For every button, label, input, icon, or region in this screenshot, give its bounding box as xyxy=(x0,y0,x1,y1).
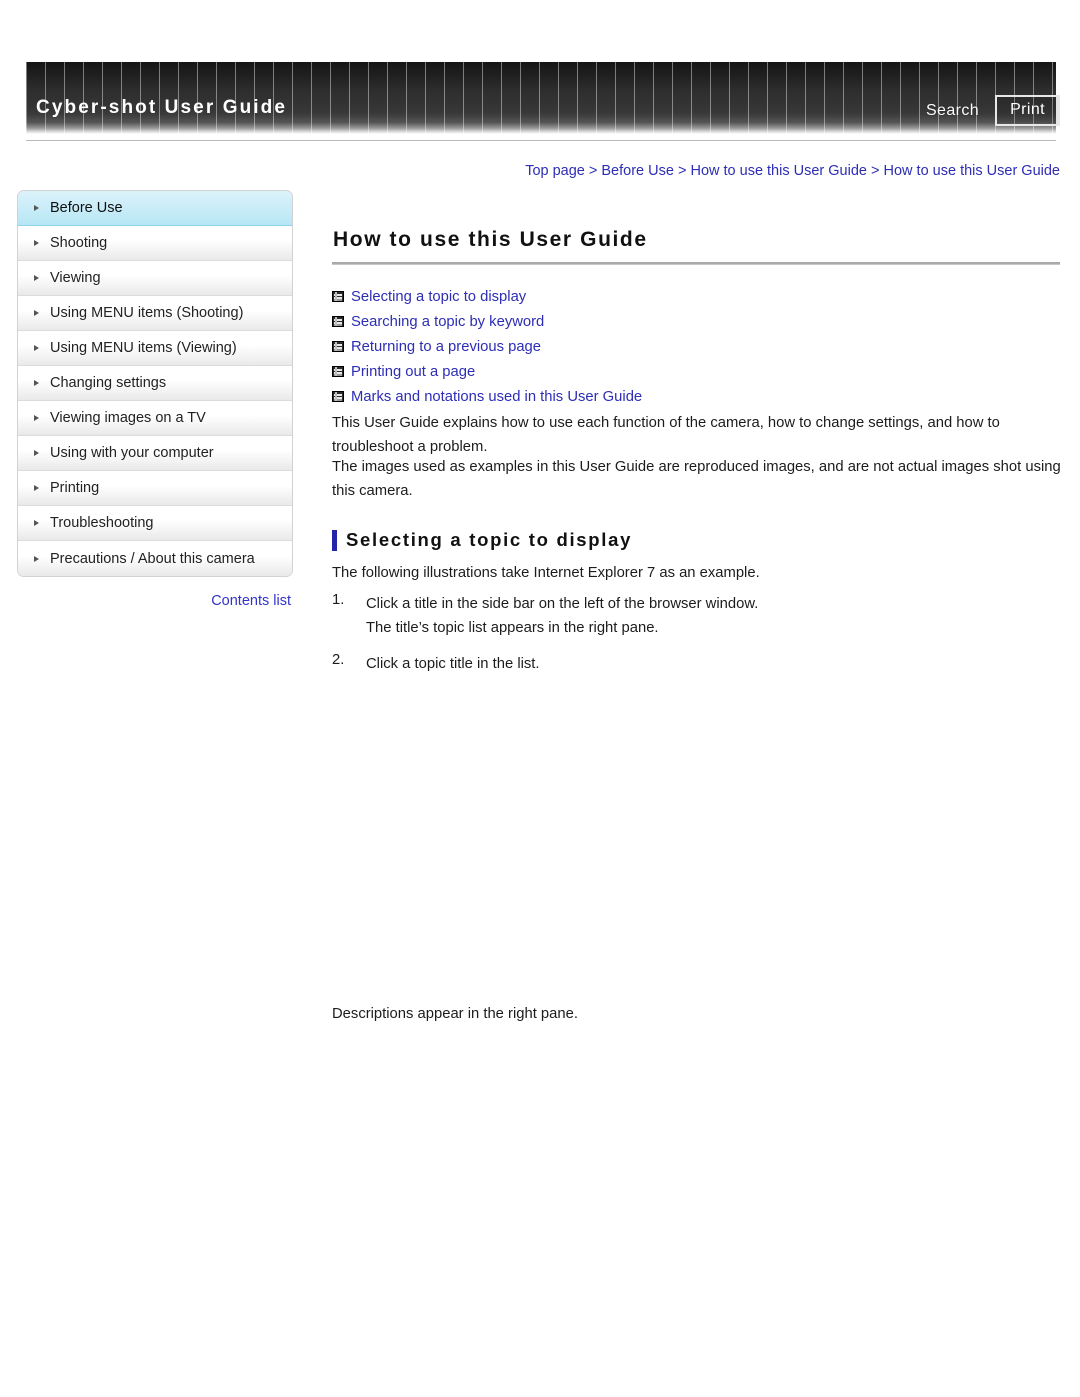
intro-paragraph-2: The images used as examples in this User… xyxy=(332,459,1061,499)
section-heading: Selecting a topic to display xyxy=(332,529,632,551)
chevron-right-icon xyxy=(34,555,39,562)
step-item: 2. Click a topic title in the list. xyxy=(332,652,1032,676)
sidebar-item-label: Shooting xyxy=(50,235,108,251)
section-heading-text: Selecting a topic to display xyxy=(346,529,633,550)
sidebar-item-label: Troubleshooting xyxy=(50,515,154,531)
step-number: 2. xyxy=(332,652,345,668)
breadcrumb-item-3: How to use this User Guide xyxy=(883,163,1061,179)
closing-line: Descriptions appear in the right pane. xyxy=(332,1006,578,1022)
intro-paragraph-1: This User Guide explains how to use each… xyxy=(332,415,1000,455)
step-text: Click a topic title in the list. xyxy=(366,656,540,672)
anchor-link[interactable]: Printing out a page xyxy=(332,359,1060,384)
anchor-link[interactable]: Returning to a previous page xyxy=(332,334,1060,359)
search-link[interactable]: Search xyxy=(926,102,979,120)
numbered-steps: 1. Click a title in the side bar on the l… xyxy=(332,592,1032,688)
sidebar-item-printing[interactable]: Printing xyxy=(18,471,292,506)
sidebar-item-shooting[interactable]: Shooting xyxy=(18,226,292,261)
sidebar-item-changing-settings[interactable]: Changing settings xyxy=(18,366,292,401)
brand-title: Cyber-shot User Guide xyxy=(36,97,288,118)
sidebar-item-viewing-images-on-a-tv[interactable]: Viewing images on a TV xyxy=(18,401,292,436)
chevron-right-icon xyxy=(34,310,39,316)
anchor-link-label: Returning to a previous page xyxy=(351,338,542,355)
sidebar-item-label: Using with your computer xyxy=(50,445,214,461)
breadcrumb-item-0[interactable]: Top page xyxy=(525,163,585,179)
jump-anchor-icon xyxy=(332,391,344,402)
header-actions: Search Print xyxy=(926,95,1060,126)
header-underline-divider xyxy=(26,140,1056,141)
sidebar-item-using-with-your-computer[interactable]: Using with your computer xyxy=(18,436,292,471)
chevron-right-icon xyxy=(34,380,39,386)
chevron-right-icon xyxy=(34,450,39,456)
sidebar-item-before-use[interactable]: Before Use xyxy=(18,191,292,226)
page-title: How to use this User Guide xyxy=(333,228,648,251)
jump-anchor-icon xyxy=(332,341,344,352)
anchor-link-list: Selecting a topic to display Searching a … xyxy=(332,284,1060,409)
chevron-right-icon xyxy=(34,485,39,491)
breadcrumb: Top page > Before Use > How to use this … xyxy=(325,163,1060,179)
jump-anchor-icon xyxy=(332,316,344,327)
title-divider xyxy=(332,262,1060,265)
anchor-link[interactable]: Searching a topic by keyword xyxy=(332,309,1060,334)
chevron-right-icon xyxy=(34,415,39,421)
anchor-link[interactable]: Selecting a topic to display xyxy=(332,284,1060,309)
step-item: 1. Click a title in the side bar on the l… xyxy=(332,592,1032,640)
chevron-right-icon xyxy=(34,275,39,281)
sidebar-item-label: Printing xyxy=(50,480,100,496)
chevron-right-icon xyxy=(34,345,39,351)
sidebar-item-precautions-about-this-camera[interactable]: Precautions / About this camera xyxy=(18,541,292,576)
sidebar-item-label: Viewing images on a TV xyxy=(50,410,206,426)
step-text: Click a title in the side bar on the lef… xyxy=(366,596,759,612)
sidebar-item-viewing[interactable]: Viewing xyxy=(18,261,292,296)
step-body: Click a title in the side bar on the lef… xyxy=(366,592,758,640)
sidebar-item-label: Viewing xyxy=(50,270,101,286)
breadcrumb-separator: > xyxy=(866,163,884,179)
anchor-link-label: Marks and notations used in this User Gu… xyxy=(351,388,643,405)
chevron-right-icon xyxy=(34,520,39,526)
step-body: Click a topic title in the list. xyxy=(366,652,540,676)
jump-anchor-icon xyxy=(332,366,344,377)
chevron-right-icon xyxy=(34,240,39,246)
sidebar-item-using-menu-items-shooting[interactable]: Using MENU items (Shooting) xyxy=(18,296,292,331)
breadcrumb-item-1[interactable]: Before Use xyxy=(601,163,674,179)
sidebar-item-label: Using MENU items (Shooting) xyxy=(50,305,244,321)
print-button[interactable]: Print xyxy=(995,95,1060,126)
anchor-link[interactable]: Marks and notations used in this User Gu… xyxy=(332,384,1060,409)
sidebar-item-label: Using MENU items (Viewing) xyxy=(50,340,237,356)
anchor-link-label: Searching a topic by keyword xyxy=(351,313,545,330)
section-accent-bar-icon xyxy=(332,529,337,551)
anchor-link-label: Printing out a page xyxy=(351,363,476,380)
anchor-link-label: Selecting a topic to display xyxy=(351,288,527,305)
breadcrumb-separator: > xyxy=(673,163,691,179)
chevron-right-icon xyxy=(34,205,39,211)
sidebar-item-using-menu-items-viewing[interactable]: Using MENU items (Viewing) xyxy=(18,331,292,366)
step-subtext: The title’s topic list appears in the ri… xyxy=(366,620,659,636)
sidebar-nav: Before Use Shooting Viewing Using MENU item… xyxy=(17,190,293,577)
breadcrumb-item-2[interactable]: How to use this User Guide xyxy=(690,163,867,179)
breadcrumb-separator: > xyxy=(584,163,602,179)
sidebar-item-troubleshooting[interactable]: Troubleshooting xyxy=(18,506,292,541)
step-number: 1. xyxy=(332,592,345,608)
contents-list-link[interactable]: Contents list xyxy=(17,593,293,609)
sidebar-item-label: Changing settings xyxy=(50,375,167,391)
section-intro-line: The following illustrations take Interne… xyxy=(332,565,760,581)
jump-anchor-icon xyxy=(332,291,344,302)
sidebar-item-label: Before Use xyxy=(50,200,123,216)
sidebar-item-label: Precautions / About this camera xyxy=(50,550,255,567)
